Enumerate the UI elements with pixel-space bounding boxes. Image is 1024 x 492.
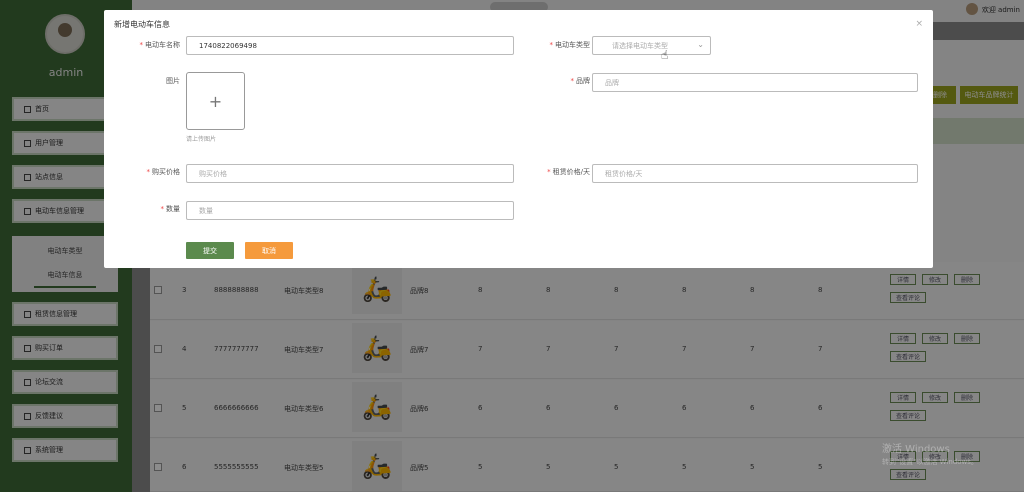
watermark-line: 转到"设置"以激活 Windows。 bbox=[882, 458, 978, 466]
qty-label-text: 数量 bbox=[166, 205, 180, 213]
image-label: 图片 bbox=[166, 77, 180, 85]
watermark-line: 激活 Windows bbox=[882, 444, 950, 455]
name-label: * 电动车名称 bbox=[139, 41, 181, 49]
plus-icon: + bbox=[208, 91, 223, 111]
brand-label-text: 品牌 bbox=[576, 77, 590, 85]
brand-label: * 品牌 bbox=[570, 77, 591, 85]
price-label: * 购买价格 bbox=[146, 168, 181, 176]
type-label: * 电动车类型 bbox=[549, 41, 591, 49]
windows-watermark: 激活 Windows 转到"设置"以激活 Windows。 bbox=[882, 444, 978, 468]
purchase-price-input[interactable]: 购买价格 bbox=[186, 164, 514, 183]
submit-button[interactable]: 提交 bbox=[186, 242, 234, 259]
hand-cursor-icon: ☝ bbox=[661, 48, 669, 62]
cancel-button[interactable]: 取消 bbox=[245, 242, 293, 259]
upload-hint: 请上传图片 bbox=[186, 136, 217, 143]
brand-input[interactable]: 品牌 bbox=[592, 73, 918, 92]
chevron-down-icon: ⌄ bbox=[697, 40, 704, 49]
quantity-input[interactable]: 数量 bbox=[186, 201, 514, 220]
bike-name-input[interactable]: 1740822069498 bbox=[186, 36, 514, 55]
rent-label: * 租赁价格/天 bbox=[547, 168, 590, 176]
price-label-text: 购买价格 bbox=[152, 168, 180, 176]
image-upload[interactable]: + bbox=[186, 72, 245, 130]
rent-label-text: 租赁价格/天 bbox=[552, 168, 590, 176]
bike-type-select[interactable]: 请选择电动车类型 ⌄ bbox=[592, 36, 711, 55]
name-label-text: 电动车名称 bbox=[145, 41, 180, 49]
dialog-title: 新增电动车信息 bbox=[114, 20, 170, 29]
type-label-text: 电动车类型 bbox=[555, 41, 590, 49]
type-select-placeholder: 请选择电动车类型 bbox=[612, 41, 668, 50]
add-bike-dialog: 新增电动车信息 × * 电动车名称 1740822069498 * 电动车类型 请选… bbox=[104, 10, 933, 268]
rent-price-input[interactable]: 租赁价格/天 bbox=[592, 164, 918, 183]
close-icon[interactable]: × bbox=[915, 19, 923, 29]
qty-label: * 数量 bbox=[160, 205, 181, 213]
